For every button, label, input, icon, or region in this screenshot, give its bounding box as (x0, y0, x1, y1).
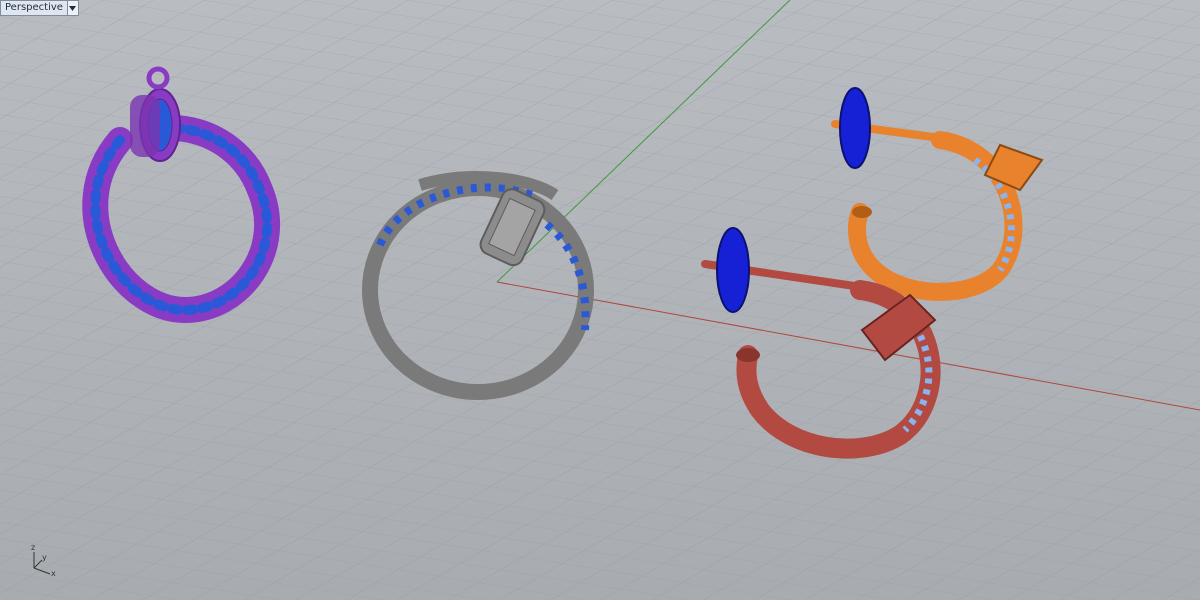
3d-scene[interactable] (0, 0, 1200, 600)
axes-gizmo-icon (33, 552, 51, 575)
z-axis-label: z (31, 543, 36, 552)
y-axis-label: y (42, 553, 47, 562)
viewport-menu-arrow-icon[interactable] (66, 1, 78, 15)
viewport-name-label[interactable]: Perspective (1, 1, 67, 15)
x-axis-label: x (51, 569, 56, 578)
world-axes-icon: z y x (22, 543, 62, 582)
perspective-viewport[interactable]: Perspective z y x (0, 0, 1200, 600)
viewport-title-tab[interactable]: Perspective (0, 0, 79, 16)
